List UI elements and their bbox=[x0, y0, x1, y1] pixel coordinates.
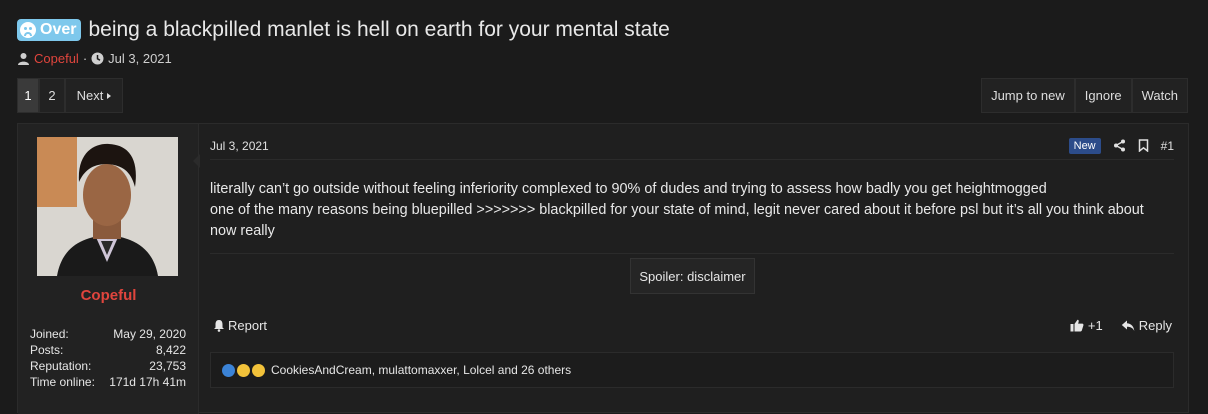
new-badge: New bbox=[1068, 137, 1101, 154]
post-body-line: literally can’t go outside without feeli… bbox=[210, 181, 1047, 197]
stat-label: Posts: bbox=[30, 343, 64, 357]
thread-actions: Jump to new Ignore Watch bbox=[981, 78, 1188, 113]
reactions-bar[interactable]: CookiesAndCream, mulattomaxxer, Lolcel a… bbox=[210, 352, 1174, 388]
jump-to-new-button[interactable]: Jump to new bbox=[981, 78, 1075, 113]
watch-button[interactable]: Watch bbox=[1131, 78, 1188, 113]
thumbs-up-icon bbox=[1070, 319, 1084, 332]
stat-value: May 29, 2020 bbox=[113, 327, 186, 341]
page-2-button[interactable]: 2 bbox=[39, 78, 65, 113]
stat-label: Reputation: bbox=[30, 359, 92, 373]
post-main: Jul 3, 2021 New #1 literally can’t go ou… bbox=[199, 124, 1188, 414]
stat-reputation: Reputation: 23,753 bbox=[30, 358, 186, 374]
report-label: Report bbox=[228, 318, 268, 333]
prefix-label: Over bbox=[40, 21, 77, 38]
post-username[interactable]: Copeful bbox=[18, 287, 199, 304]
stat-time-online: Time online: 171d 17h 41m bbox=[30, 374, 186, 390]
pagination: 1 2 Next bbox=[17, 78, 123, 113]
stat-value: 23,753 bbox=[149, 359, 186, 373]
reply-label: Reply bbox=[1138, 318, 1172, 333]
user-stats: Joined: May 29, 2020 Posts: 8,422 Reputa… bbox=[30, 326, 186, 390]
stat-posts: Posts: 8,422 bbox=[30, 342, 186, 358]
report-link[interactable]: Report bbox=[213, 318, 267, 333]
sad-face-icon bbox=[20, 22, 36, 38]
user-cell: Copeful Joined: May 29, 2020 Posts: 8,42… bbox=[18, 124, 199, 414]
sad-reaction-icon bbox=[237, 363, 250, 377]
reactors-list[interactable]: CookiesAndCream, mulattomaxxer, Lolcel a… bbox=[271, 363, 571, 377]
laugh-reaction-icon bbox=[252, 363, 265, 377]
post-body: literally can’t go outside without feeli… bbox=[210, 179, 1174, 242]
post: Copeful Joined: May 29, 2020 Posts: 8,42… bbox=[17, 123, 1189, 414]
next-page-button[interactable]: Next bbox=[65, 78, 123, 113]
reply-button[interactable]: Reply bbox=[1121, 318, 1172, 333]
thread-date[interactable]: Jul 3, 2021 bbox=[108, 51, 172, 66]
ignore-button[interactable]: Ignore bbox=[1074, 78, 1132, 113]
reply-icon bbox=[1121, 320, 1135, 332]
bookmark-icon[interactable] bbox=[1138, 139, 1149, 152]
meta-separator: · bbox=[82, 51, 88, 66]
stat-joined: Joined: May 29, 2020 bbox=[30, 326, 186, 342]
stat-label: Joined: bbox=[30, 327, 69, 341]
thread-meta: Copeful · Jul 3, 2021 bbox=[17, 51, 172, 66]
thread-title-row: Over being a blackpilled manlet is hell … bbox=[17, 18, 670, 42]
page-1-button[interactable]: 1 bbox=[17, 78, 39, 113]
share-icon[interactable] bbox=[1113, 139, 1126, 152]
post-date[interactable]: Jul 3, 2021 bbox=[210, 139, 269, 153]
like-button[interactable]: +1 bbox=[1070, 318, 1103, 333]
post-footer-actions: +1 Reply bbox=[1070, 318, 1172, 333]
stat-label: Time online: bbox=[30, 375, 95, 389]
avatar[interactable] bbox=[37, 137, 178, 276]
clock-icon bbox=[91, 52, 104, 65]
divider bbox=[210, 253, 1174, 254]
caret-right-icon bbox=[107, 92, 112, 99]
like-reaction-icon bbox=[222, 363, 235, 377]
post-header-actions: New #1 bbox=[1068, 137, 1174, 154]
post-body-line: one of the many reasons being bluepilled… bbox=[210, 202, 1144, 239]
post-number-link[interactable]: #1 bbox=[1161, 139, 1174, 153]
like-count: +1 bbox=[1087, 318, 1103, 333]
next-label: Next bbox=[76, 88, 104, 103]
thread-title: being a blackpilled manlet is hell on ea… bbox=[88, 18, 670, 41]
thread-author-link[interactable]: Copeful bbox=[34, 51, 79, 66]
post-header: Jul 3, 2021 New #1 bbox=[210, 132, 1174, 160]
prefix-badge[interactable]: Over bbox=[17, 19, 82, 41]
user-icon bbox=[17, 52, 30, 65]
spoiler-button[interactable]: Spoiler: disclaimer bbox=[630, 258, 755, 294]
stat-value: 171d 17h 41m bbox=[109, 375, 186, 389]
stat-value: 8,422 bbox=[155, 343, 186, 357]
bell-icon bbox=[213, 319, 225, 332]
